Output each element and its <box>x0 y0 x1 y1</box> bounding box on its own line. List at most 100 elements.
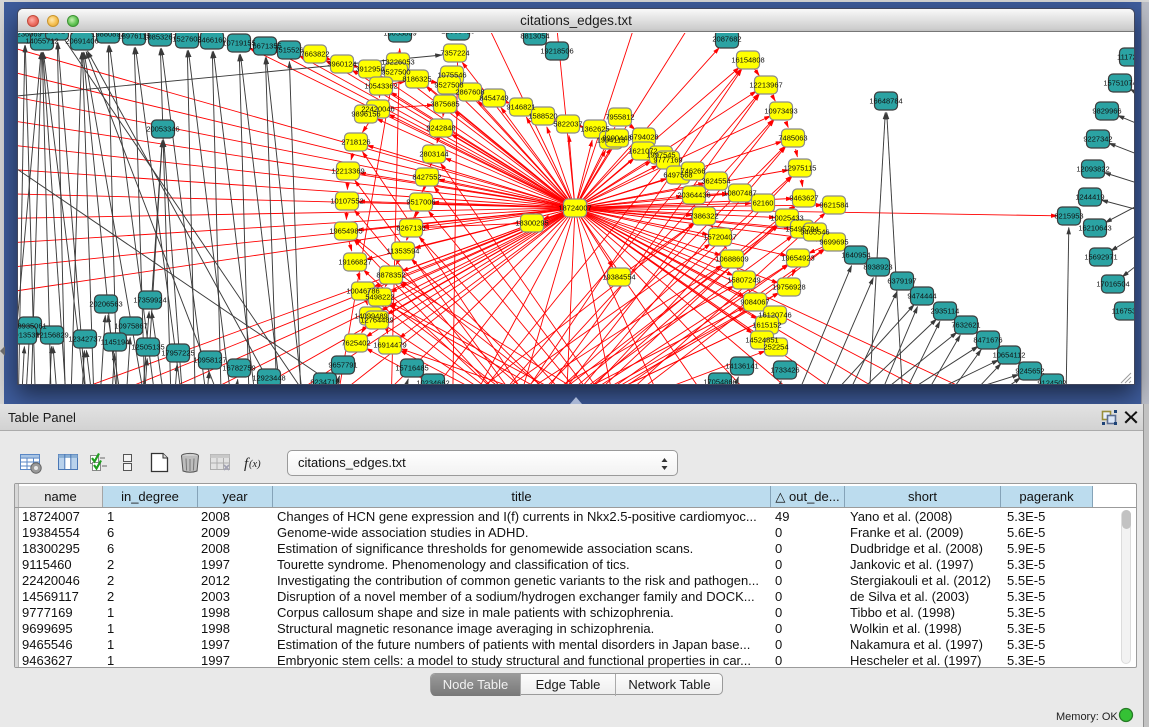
svg-text:9621584: 9621584 <box>819 201 848 210</box>
svg-text:19756928: 19756928 <box>772 283 805 292</box>
svg-text:12213967: 12213967 <box>749 81 782 90</box>
svg-text:2087682: 2087682 <box>712 35 741 44</box>
svg-text:12093822: 12093822 <box>1076 165 1109 174</box>
svg-text:9227342: 9227342 <box>1083 135 1112 144</box>
svg-text:3960124: 3960124 <box>327 60 356 69</box>
svg-text:1075546: 1075546 <box>437 71 466 80</box>
svg-text:7357224: 7357224 <box>440 49 469 58</box>
svg-text:10234662: 10234662 <box>416 379 449 384</box>
svg-text:7955812: 7955812 <box>605 113 634 122</box>
svg-text:8215953: 8215953 <box>1054 212 1083 221</box>
svg-text:2935114: 2935114 <box>931 307 960 316</box>
svg-text:10107552: 10107552 <box>330 197 363 206</box>
svg-text:13226053: 13226053 <box>381 58 414 67</box>
svg-text:9657791: 9657791 <box>328 361 357 370</box>
svg-text:12213369: 12213369 <box>331 167 364 176</box>
svg-text:1362625: 1362625 <box>580 125 609 134</box>
svg-text:5822037: 5822037 <box>553 120 582 129</box>
svg-text:9474444: 9474444 <box>907 292 936 301</box>
svg-text:17957225: 17957225 <box>161 349 194 358</box>
svg-text:2718126: 2718126 <box>341 138 370 147</box>
svg-text:9463627: 9463627 <box>789 194 818 203</box>
svg-text:19654985: 19654985 <box>329 227 362 236</box>
svg-text:10807487: 10807487 <box>723 189 756 198</box>
svg-text:12010275: 12010275 <box>40 33 73 36</box>
svg-text:16154808: 16154808 <box>731 56 764 65</box>
svg-text:15807249: 15807249 <box>727 276 760 285</box>
svg-text:18300295: 18300295 <box>515 219 548 228</box>
svg-text:9084067: 9084067 <box>740 298 769 307</box>
svg-text:8471676: 8471676 <box>973 336 1002 345</box>
svg-text:6379197: 6379197 <box>887 277 916 286</box>
svg-text:10654112: 10654112 <box>993 351 1026 360</box>
svg-text:12923448: 12923448 <box>252 374 285 383</box>
svg-text:9245652: 9245652 <box>1015 367 1044 376</box>
svg-text:62160: 62160 <box>753 199 774 208</box>
svg-text:17016504: 17016504 <box>1096 280 1129 289</box>
svg-text:9896156: 9896156 <box>351 110 380 119</box>
svg-text:20364436: 20364436 <box>677 191 710 200</box>
svg-text:9234719: 9234719 <box>310 378 339 384</box>
svg-text:8427552: 8427552 <box>412 173 441 182</box>
svg-text:15751074: 15751074 <box>1103 79 1134 88</box>
svg-text:3624554: 3624554 <box>701 177 730 186</box>
svg-text:10688609: 10688609 <box>715 255 748 264</box>
svg-text:8878352: 8878352 <box>376 271 405 280</box>
svg-text:8990448: 8990448 <box>602 134 631 143</box>
svg-text:18724007: 18724007 <box>558 204 591 213</box>
svg-text:12764489: 12764489 <box>360 316 393 325</box>
svg-text:7663822: 7663822 <box>300 50 329 59</box>
svg-text:9517006: 9517006 <box>406 198 435 207</box>
svg-text:15716485: 15716485 <box>395 364 428 373</box>
svg-text:10543362: 10543362 <box>364 82 397 91</box>
svg-text:1615152: 1615152 <box>752 321 781 330</box>
svg-text:14055712: 14055712 <box>25 37 58 46</box>
svg-text:21905416: 21905416 <box>441 33 474 36</box>
svg-text:(x): (x) <box>249 459 261 470</box>
svg-text:6794028: 6794028 <box>629 133 658 142</box>
svg-text:19384554: 19384554 <box>602 273 635 282</box>
svg-text:8267130: 8267130 <box>396 224 425 233</box>
svg-text:12156829: 12156829 <box>35 331 68 340</box>
svg-text:1117255: 1117255 <box>1117 53 1134 62</box>
svg-text:18935061: 18935061 <box>18 322 47 331</box>
svg-text:19218506: 19218506 <box>540 47 573 56</box>
svg-text:10973493: 10973493 <box>764 107 797 116</box>
svg-text:20053346: 20053346 <box>146 125 179 134</box>
svg-text:16782759: 16782759 <box>222 364 255 373</box>
svg-text:9124502: 9124502 <box>1037 379 1066 384</box>
svg-text:16210643: 16210643 <box>1078 224 1111 233</box>
svg-text:1167533: 1167533 <box>1112 307 1134 316</box>
svg-text:1145194: 1145194 <box>101 338 130 347</box>
svg-text:9829966: 9829966 <box>1092 107 1121 116</box>
svg-text:3875685: 3875685 <box>430 100 459 109</box>
svg-text:16053809: 16053809 <box>383 33 416 38</box>
svg-text:252254: 252254 <box>763 343 788 352</box>
svg-text:10025433: 10025433 <box>770 214 803 223</box>
svg-text:1733426: 1733426 <box>770 366 799 375</box>
svg-text:9699695: 9699695 <box>819 238 848 247</box>
svg-text:8454749: 8454749 <box>479 94 508 103</box>
svg-text:7485063: 7485063 <box>778 134 807 143</box>
svg-text:16914479: 16914479 <box>373 341 406 350</box>
svg-text:8938923: 8938923 <box>863 263 892 272</box>
svg-text:7386322: 7386322 <box>689 212 718 221</box>
svg-text:15720407: 15720407 <box>703 233 736 242</box>
svg-text:11353594: 11353594 <box>387 247 420 256</box>
svg-text:19654923: 19654923 <box>781 254 814 263</box>
svg-text:12342737: 12342737 <box>68 335 101 344</box>
svg-text:8813054: 8813054 <box>520 33 549 41</box>
svg-text:3912954: 3912954 <box>355 65 384 74</box>
svg-text:20206563: 20206563 <box>89 300 122 309</box>
svg-text:7632621: 7632621 <box>951 321 980 330</box>
svg-text:746266: 746266 <box>680 167 705 176</box>
svg-text:7625402: 7625402 <box>341 339 370 348</box>
svg-text:9146821: 9146821 <box>506 103 535 112</box>
svg-text:12505135: 12505135 <box>131 343 164 352</box>
svg-text:9465546: 9465546 <box>800 228 829 237</box>
svg-text:16120746: 16120746 <box>758 311 791 320</box>
svg-text:1244419: 1244419 <box>1075 193 1104 202</box>
svg-text:14136141: 14136141 <box>725 362 758 371</box>
svg-text:1640954: 1640954 <box>841 251 870 260</box>
svg-text:17359924: 17359924 <box>133 296 166 305</box>
